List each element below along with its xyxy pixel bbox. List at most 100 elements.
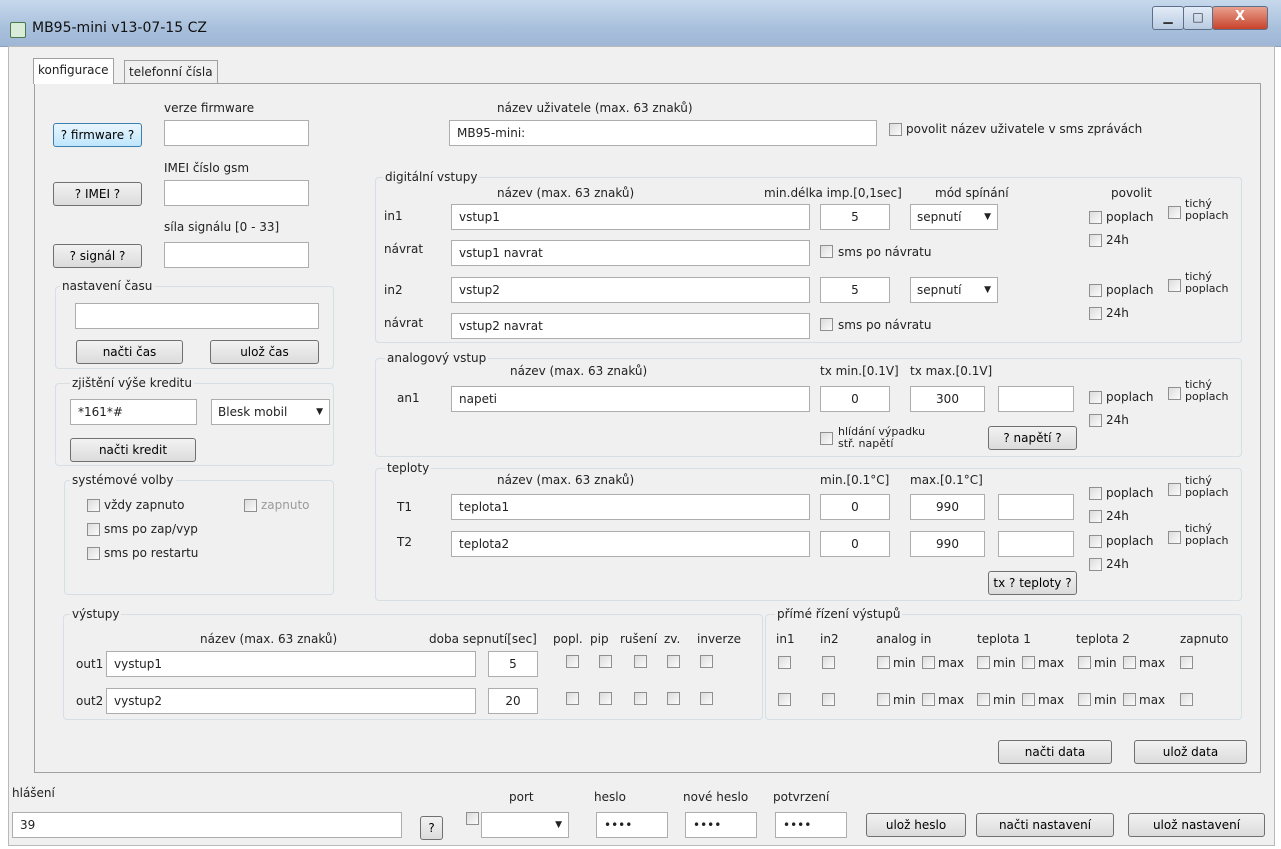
save-settings-button[interactable]: ulož nastavení (1128, 813, 1265, 837)
port-select[interactable]: ▼ (481, 812, 569, 838)
maximize-button[interactable]: □ (1183, 6, 1213, 30)
password-field[interactable]: •••• (596, 812, 668, 838)
t2-max-input[interactable]: 990 (910, 531, 985, 557)
confirm-password-field[interactable]: •••• (775, 812, 847, 838)
out2-duration-input[interactable]: 20 (488, 688, 538, 714)
an1-tx-max-input[interactable]: 300 (910, 386, 985, 412)
in2-sms-return-checkbox[interactable] (820, 318, 833, 331)
direct-r2-on-checkbox[interactable] (1180, 693, 1193, 706)
out1-pip-checkbox[interactable] (599, 655, 612, 668)
in2-alarm-checkbox[interactable] (1089, 284, 1102, 297)
an1-value-field[interactable] (998, 386, 1074, 412)
out2-pip-checkbox[interactable] (599, 692, 612, 705)
in1-silent-alarm-checkbox[interactable] (1168, 206, 1181, 219)
out2-name-input[interactable]: vystup2 (106, 688, 476, 714)
out1-ruseni-checkbox[interactable] (634, 655, 647, 668)
report-query-button[interactable]: ? (420, 816, 443, 840)
out1-popl-checkbox[interactable] (566, 655, 579, 668)
close-button[interactable]: X (1212, 6, 1268, 30)
t1-min-input[interactable]: 0 (820, 494, 890, 520)
on-checkbox[interactable] (244, 499, 257, 512)
direct-r2-analog-min-checkbox[interactable] (877, 693, 890, 706)
save-password-button[interactable]: ulož heslo (866, 813, 966, 837)
out1-name-input[interactable]: vystup1 (106, 651, 476, 677)
save-data-button[interactable]: ulož data (1134, 740, 1247, 764)
user-name-input[interactable]: MB95-mini: (449, 120, 877, 146)
t2-min-input[interactable]: 0 (820, 531, 890, 557)
small-checkbox-1[interactable] (466, 812, 479, 825)
t2-24h-checkbox[interactable] (1089, 558, 1102, 571)
direct-r2-in1-checkbox[interactable] (778, 693, 791, 706)
in2-mode-select[interactable]: sepnutí ▼ (910, 277, 998, 303)
in1-name-input[interactable]: vstup1 (451, 204, 810, 230)
minimize-button[interactable]: ▁ (1152, 6, 1184, 30)
an1-name-input[interactable]: napeti (451, 386, 810, 412)
out1-inverze-checkbox[interactable] (700, 655, 713, 668)
t2-value-field[interactable] (998, 531, 1074, 557)
direct-r1-analog-min-checkbox[interactable] (877, 656, 890, 669)
direct-r2-analog-max-checkbox[interactable] (922, 693, 935, 706)
direct-r2-t1-min-checkbox[interactable] (977, 693, 990, 706)
an1-alarm-checkbox[interactable] (1089, 391, 1102, 404)
in1-alarm-checkbox[interactable] (1089, 211, 1102, 224)
in1-min-length-input[interactable]: 5 (820, 204, 890, 230)
in1-return-input[interactable]: vstup1 navrat (451, 240, 810, 266)
direct-r1-in2-checkbox[interactable] (822, 656, 835, 669)
always-on-checkbox[interactable] (87, 499, 100, 512)
report-field[interactable]: 39 (12, 812, 402, 838)
out2-popl-checkbox[interactable] (566, 692, 579, 705)
read-credit-button[interactable]: načti kredit (70, 438, 196, 462)
signal-button[interactable]: ? signál ? (53, 244, 142, 268)
in1-mode-select[interactable]: sepnutí ▼ (910, 204, 998, 230)
in2-return-input[interactable]: vstup2 navrat (451, 313, 810, 339)
sms-on-off-checkbox[interactable] (87, 523, 100, 536)
direct-r1-analog-max-checkbox[interactable] (922, 656, 935, 669)
signal-field[interactable] (164, 242, 309, 268)
t2-name-input[interactable]: teplota2 (451, 531, 810, 557)
sms-restart-checkbox[interactable] (87, 547, 100, 560)
direct-r1-t1-max-checkbox[interactable] (1022, 656, 1035, 669)
out2-ruseni-checkbox[interactable] (634, 692, 647, 705)
t2-silent-alarm-checkbox[interactable] (1168, 531, 1181, 544)
read-data-button[interactable]: načti data (998, 740, 1112, 764)
in2-24h-checkbox[interactable] (1089, 307, 1102, 320)
read-settings-button[interactable]: načti nastavení (976, 813, 1114, 837)
direct-r1-t2-min-checkbox[interactable] (1078, 656, 1091, 669)
in1-sms-return-checkbox[interactable] (820, 245, 833, 258)
an1-silent-alarm-checkbox[interactable] (1168, 387, 1181, 400)
t1-max-input[interactable]: 990 (910, 494, 985, 520)
operator-select[interactable]: Blesk mobil ▼ (211, 399, 330, 425)
firmware-button[interactable]: ? firmware ? (53, 123, 142, 147)
t1-silent-alarm-checkbox[interactable] (1168, 483, 1181, 496)
direct-r2-t2-min-checkbox[interactable] (1078, 693, 1091, 706)
an1-tx-min-input[interactable]: 0 (820, 386, 890, 412)
direct-r2-in2-checkbox[interactable] (822, 693, 835, 706)
t2-alarm-checkbox[interactable] (1089, 535, 1102, 548)
save-time-button[interactable]: ulož čas (210, 340, 319, 364)
in1-24h-checkbox[interactable] (1089, 234, 1102, 247)
tab-konfigurace[interactable]: konfigurace (33, 58, 114, 84)
t1-value-field[interactable] (998, 494, 1074, 520)
read-time-button[interactable]: načti čas (76, 340, 183, 364)
voltage-button[interactable]: ? napětí ? (988, 426, 1077, 450)
t1-name-input[interactable]: teplota1 (451, 494, 810, 520)
direct-r2-t1-max-checkbox[interactable] (1022, 693, 1035, 706)
in2-silent-alarm-checkbox[interactable] (1168, 279, 1181, 292)
credit-code-input[interactable]: *161*# (70, 399, 197, 425)
direct-r1-on-checkbox[interactable] (1180, 656, 1193, 669)
tab-telefonni-cisla[interactable]: telefonní čísla (124, 60, 218, 83)
t1-24h-checkbox[interactable] (1089, 510, 1102, 523)
in2-name-input[interactable]: vstup2 (451, 277, 810, 303)
allow-user-name-checkbox[interactable] (889, 123, 902, 136)
imei-button[interactable]: ? IMEI ? (53, 182, 142, 206)
firmware-field[interactable] (164, 120, 309, 146)
out2-zv-checkbox[interactable] (667, 692, 680, 705)
t1-alarm-checkbox[interactable] (1089, 487, 1102, 500)
direct-r1-t1-min-checkbox[interactable] (977, 656, 990, 669)
out2-inverze-checkbox[interactable] (700, 692, 713, 705)
direct-r2-t2-max-checkbox[interactable] (1123, 693, 1136, 706)
direct-r1-in1-checkbox[interactable] (778, 656, 791, 669)
in2-min-length-input[interactable]: 5 (820, 277, 890, 303)
outage-checkbox[interactable] (820, 432, 833, 445)
tx-temps-button[interactable]: tx ? teploty ? (988, 571, 1077, 595)
